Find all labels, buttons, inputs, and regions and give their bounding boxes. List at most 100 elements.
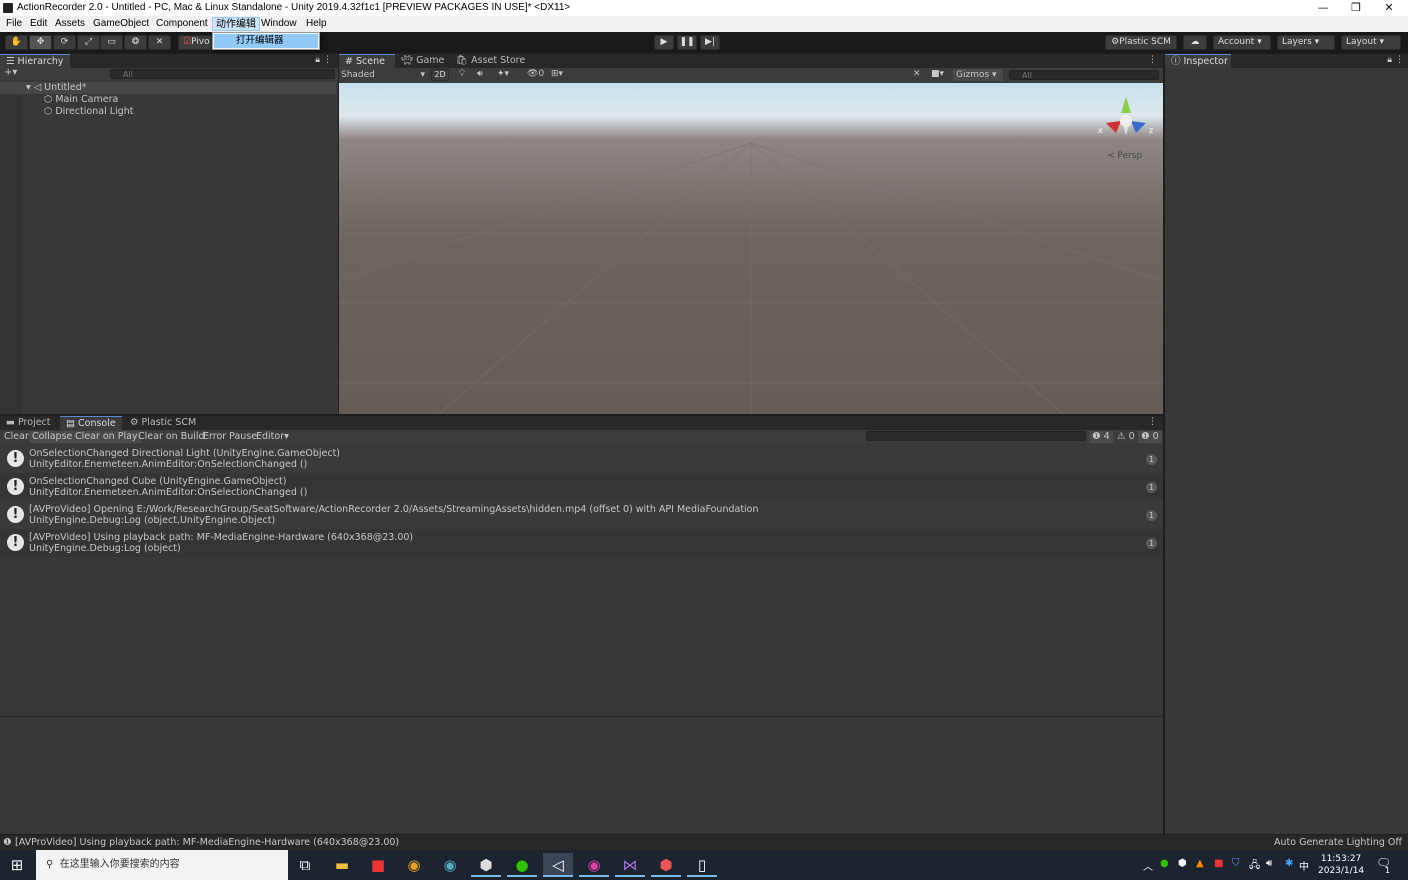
lighting-icon[interactable]: 💡︎ xyxy=(459,69,465,79)
shield-icon[interactable]: ⛉ xyxy=(1232,858,1240,869)
tab-plastic-scm[interactable]: ⚙ Plastic SCM xyxy=(124,416,200,430)
unity-taskbar-icon[interactable]: ◁ xyxy=(543,853,573,877)
menu-action-edit[interactable]: 动作编辑 xyxy=(212,17,260,31)
open-editor-menu-item[interactable]: 打开编辑器 xyxy=(214,34,318,48)
taskbar-clock[interactable]: 11:53:27 2023/1/14 xyxy=(1318,853,1364,877)
menu-window[interactable]: Window xyxy=(258,17,300,31)
clear-on-play-toggle[interactable]: Clear on Play xyxy=(72,431,141,443)
tab-asset-store[interactable]: 🛍︎ Asset Store xyxy=(450,54,526,68)
hierarchy-item-main-camera[interactable]: ⬡ Main Camera xyxy=(0,94,336,106)
network-icon[interactable]: 🖧︎ xyxy=(1249,858,1260,875)
hidden-objects-icon[interactable]: 👁︎0 xyxy=(527,69,544,79)
layers-dropdown[interactable]: Layers ▾ xyxy=(1277,35,1335,50)
effects-icon[interactable]: ✦▾ xyxy=(497,69,509,79)
tab-project[interactable]: ▬ Project xyxy=(0,416,58,430)
task-view-icon[interactable]: ⧉ xyxy=(290,853,320,877)
rect-tool-icon[interactable]: ▭ xyxy=(100,35,123,50)
taskbar-search-input[interactable]: ⚲ 在这里输入你要搜索的内容 xyxy=(36,850,288,880)
auto-lighting-status[interactable]: Auto Generate Lighting Off xyxy=(1274,835,1402,850)
menu-edit[interactable]: Edit xyxy=(27,17,50,31)
editor-dropdown[interactable]: Editor▾ xyxy=(253,431,292,443)
hierarchy-item-directional-light[interactable]: ⬡ Directional Light xyxy=(0,106,336,118)
notepad-icon[interactable]: ▯ xyxy=(687,853,717,877)
error-filter-toggle[interactable]: ❶ 0 xyxy=(1138,431,1162,443)
layout-dropdown[interactable]: Layout ▾ xyxy=(1341,35,1401,50)
error-pause-toggle[interactable]: Error Pause xyxy=(200,431,260,443)
console-log-row[interactable]: ! OnSelectionChanged Cube (UnityEngine.G… xyxy=(0,473,1163,501)
clear-on-build-toggle[interactable]: Clear on Build xyxy=(135,431,208,443)
bluetooth-icon[interactable]: ✱ xyxy=(1285,858,1293,869)
game-app-icon[interactable]: ⬢ xyxy=(471,853,501,877)
clear-button[interactable]: Clear xyxy=(1,431,32,443)
create-button[interactable]: +▾ xyxy=(4,67,17,78)
tray-app3-icon[interactable]: ■ xyxy=(1214,858,1223,869)
menu-help[interactable]: Help xyxy=(303,17,330,31)
account-dropdown[interactable]: Account ▾ xyxy=(1213,35,1271,50)
ime-indicator[interactable]: 中 xyxy=(1299,858,1309,873)
hierarchy-search-input[interactable]: All xyxy=(110,69,335,79)
visual-studio-icon[interactable]: ⋈ xyxy=(615,853,645,877)
menu-component[interactable]: Component xyxy=(153,17,211,31)
tab-hierarchy[interactable]: ☰ Hierarchy xyxy=(0,54,70,68)
more-menu-icon[interactable]: ⋮ xyxy=(323,55,332,65)
custom-tool-icon[interactable]: ✕ xyxy=(148,35,171,50)
warning-filter-toggle[interactable]: ⚠ 0 xyxy=(1114,431,1138,443)
step-button[interactable]: ▶| xyxy=(700,35,720,50)
windows-start-icon[interactable]: ⊞ xyxy=(2,853,32,877)
console-search-input[interactable] xyxy=(866,431,1086,441)
tab-scene[interactable]: # Scene xyxy=(339,54,395,68)
grid-icon[interactable]: ⊞▾ xyxy=(551,69,563,79)
chrome-icon[interactable]: ◉ xyxy=(399,853,429,877)
minimize-button[interactable]: — xyxy=(1306,0,1340,16)
lock-icon[interactable]: 🔒︎ xyxy=(1387,55,1392,65)
status-message[interactable]: [AVProVideo] Using playback path: MF-Med… xyxy=(15,835,399,850)
menu-gameobject[interactable]: GameObject xyxy=(90,17,152,31)
menu-assets[interactable]: Assets xyxy=(52,17,88,31)
tray-app2-icon[interactable]: ▲ xyxy=(1196,858,1204,869)
scene-search-input[interactable]: All xyxy=(1009,70,1159,80)
restore-button[interactable]: ❐ xyxy=(1339,0,1373,16)
menu-file[interactable]: File xyxy=(3,17,25,31)
tab-game[interactable]: 👾︎ Game xyxy=(395,54,450,68)
console-detail-divider[interactable] xyxy=(0,716,1163,717)
collapse-toggle[interactable]: Collapse xyxy=(29,431,76,443)
tools-icon[interactable]: ✕ xyxy=(913,69,921,79)
persp-label[interactable]: ≺ Persp xyxy=(1107,151,1142,161)
more-menu-icon[interactable]: ⋮ xyxy=(1148,417,1157,427)
audio-icon[interactable]: 🔊︎ xyxy=(477,69,483,79)
console-log-row[interactable]: ! [AVProVideo] Opening E:/Work/ResearchG… xyxy=(0,501,1163,529)
more-menu-icon[interactable]: ⋮ xyxy=(1395,55,1404,65)
wechat-icon[interactable]: ● xyxy=(507,853,537,877)
info-filter-toggle[interactable]: ❶ 4 xyxy=(1089,431,1113,443)
hand-tool-icon[interactable]: ✋ xyxy=(5,35,28,50)
pause-button[interactable]: ❚❚ xyxy=(677,35,697,50)
show-hidden-icons-icon[interactable]: ︿ xyxy=(1143,858,1153,873)
2d-toggle[interactable]: 2D xyxy=(431,69,449,81)
tray-app-icon[interactable]: ⬢ xyxy=(1178,858,1187,869)
scene-row[interactable]: ▾ ◁ Untitled* xyxy=(0,82,336,94)
scale-tool-icon[interactable]: ⤢ xyxy=(77,35,100,50)
youdao-icon[interactable]: ■ xyxy=(363,853,393,877)
plastic-scm-button[interactable]: ⚙Plastic SCM xyxy=(1105,35,1177,50)
app-icon[interactable]: ⬢ xyxy=(651,853,681,877)
tab-inspector[interactable]: ⓘ Inspector xyxy=(1165,54,1231,68)
file-explorer-icon[interactable]: ▬ xyxy=(327,853,357,877)
pivot-toggle[interactable]: ☑Pivo xyxy=(178,35,212,50)
play-button[interactable]: ▶ xyxy=(654,35,674,50)
move-tool-icon[interactable]: ✥ xyxy=(29,35,52,50)
more-menu-icon[interactable]: ⋮ xyxy=(1148,55,1157,65)
cloud-icon[interactable]: ☁ xyxy=(1183,35,1207,50)
tab-console[interactable]: ▤ Console xyxy=(60,416,122,430)
scene-viewport[interactable]: x z ≺ Persp xyxy=(339,83,1163,414)
photos-icon[interactable]: ◉ xyxy=(579,853,609,877)
volume-icon[interactable]: 🔊︎ xyxy=(1266,858,1272,869)
console-log-row[interactable]: ! OnSelectionChanged Directional Light (… xyxy=(0,445,1163,473)
shading-mode-dropdown[interactable]: Shaded ▾ xyxy=(341,69,427,81)
close-button[interactable]: ✕ xyxy=(1372,0,1406,16)
rotate-tool-icon[interactable]: ⟳ xyxy=(53,35,76,50)
scene-gizmo-icon[interactable]: x z xyxy=(1096,93,1156,153)
console-log-row[interactable]: ! [AVProVideo] Using playback path: MF-M… xyxy=(0,529,1163,557)
camera-icon[interactable]: ■▾ xyxy=(931,69,944,79)
lock-icon[interactable]: 🔒︎ xyxy=(315,55,320,65)
gizmos-dropdown[interactable]: Gizmos ▾ xyxy=(953,69,1003,81)
